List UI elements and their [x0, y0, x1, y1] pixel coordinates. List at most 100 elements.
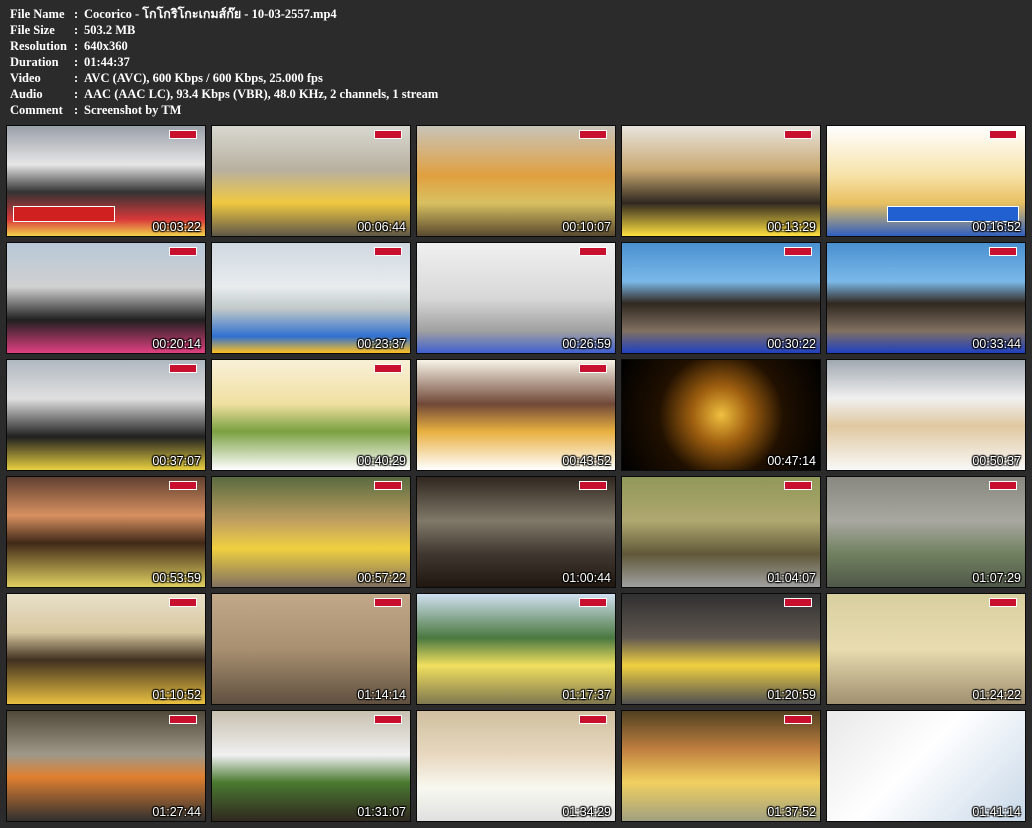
tv-logo-icon: [374, 598, 402, 607]
timestamp: 01:00:44: [562, 571, 611, 585]
timestamp: 00:57:22: [357, 571, 406, 585]
timestamp: 00:30:22: [767, 337, 816, 351]
tv-logo-icon: [579, 715, 607, 724]
info-key: File Size: [10, 23, 55, 37]
tv-logo-icon: [989, 130, 1017, 139]
tv-logo-icon: [169, 247, 197, 256]
tv-logo-icon: [989, 598, 1017, 607]
timestamp: 00:33:44: [972, 337, 1021, 351]
thumbnail: 00:23:37: [211, 242, 411, 354]
timestamp: 01:27:44: [152, 805, 201, 819]
info-value: Screenshot by TM: [84, 103, 182, 117]
tv-logo-icon: [169, 364, 197, 373]
thumbnail: 00:50:37: [826, 359, 1026, 471]
info-separator: :: [74, 7, 79, 21]
timestamp: 01:17:37: [562, 688, 611, 702]
thumbnail: 00:26:59: [416, 242, 616, 354]
timestamp: 01:07:29: [972, 571, 1021, 585]
tv-logo-icon: [169, 130, 197, 139]
tv-logo-icon: [169, 598, 197, 607]
info-separator: :: [74, 103, 79, 117]
tv-logo-icon: [579, 481, 607, 490]
thumbnail: 00:03:22: [6, 125, 206, 237]
thumbnail: 00:30:22: [621, 242, 821, 354]
timestamp: 00:20:14: [152, 337, 201, 351]
thumbnail: 01:20:59: [621, 593, 821, 705]
tv-logo-icon: [579, 130, 607, 139]
tv-logo-icon: [989, 247, 1017, 256]
info-row-audio: Audio : AAC (AAC LC), 93.4 Kbps (VBR), 4…: [10, 86, 438, 102]
timestamp: 01:20:59: [767, 688, 816, 702]
thumbnail: 01:00:44: [416, 476, 616, 588]
tv-logo-icon: [784, 481, 812, 490]
info-key: Duration: [10, 55, 59, 69]
tv-logo-icon: [579, 364, 607, 373]
info-row-file-name: File Name : Cocorico - โกโกริโกะเกมส์ก๊ย…: [10, 6, 438, 22]
tv-logo-icon: [169, 481, 197, 490]
info-key: Comment: [10, 103, 63, 117]
thumbnail: 00:37:07: [6, 359, 206, 471]
info-row-file-size: File Size : 503.2 MB: [10, 22, 438, 38]
info-row-resolution: Resolution : 640x360: [10, 38, 438, 54]
info-separator: :: [74, 23, 79, 37]
tv-logo-icon: [169, 715, 197, 724]
timestamp: 01:37:52: [767, 805, 816, 819]
info-value: AAC (AAC LC), 93.4 Kbps (VBR), 48.0 KHz,…: [84, 87, 439, 101]
info-key: Resolution: [10, 39, 67, 53]
timestamp: 01:14:14: [357, 688, 406, 702]
thumbnail: 01:37:52: [621, 710, 821, 822]
timestamp: 00:53:59: [152, 571, 201, 585]
media-info-header: File Name : Cocorico - โกโกริโกะเกมส์ก๊ย…: [10, 6, 438, 118]
tv-logo-icon: [989, 481, 1017, 490]
timestamp: 00:47:14: [767, 454, 816, 468]
thumbnail: 01:04:07: [621, 476, 821, 588]
tv-logo-icon: [579, 247, 607, 256]
info-row-duration: Duration : 01:44:37: [10, 54, 438, 70]
timestamp: 01:34:29: [562, 805, 611, 819]
info-separator: :: [74, 87, 79, 101]
timestamp: 01:10:52: [152, 688, 201, 702]
info-value: Cocorico - โกโกริโกะเกมส์ก๊ย - 10-03-255…: [84, 7, 337, 21]
thumbnail: 00:40:29: [211, 359, 411, 471]
timestamp: 00:16:52: [972, 220, 1021, 234]
timestamp: 00:40:29: [357, 454, 406, 468]
tv-logo-icon: [374, 247, 402, 256]
tv-logo-icon: [784, 598, 812, 607]
tv-logo-icon: [374, 715, 402, 724]
thumbnail: 01:14:14: [211, 593, 411, 705]
thumbnail: 01:10:52: [6, 593, 206, 705]
info-row-comment: Comment : Screenshot by TM: [10, 102, 438, 118]
timestamp: 01:31:07: [357, 805, 406, 819]
timestamp: 00:06:44: [357, 220, 406, 234]
info-separator: :: [74, 55, 79, 69]
timestamp: 00:50:37: [972, 454, 1021, 468]
caption-banner: [13, 206, 115, 222]
timestamp: 00:43:52: [562, 454, 611, 468]
timestamp: 01:24:22: [972, 688, 1021, 702]
tv-logo-icon: [579, 598, 607, 607]
thumbnail: 00:33:44: [826, 242, 1026, 354]
timestamp: 00:03:22: [152, 220, 201, 234]
info-value: 640x360: [84, 39, 128, 53]
thumbnail: 01:31:07: [211, 710, 411, 822]
info-separator: :: [74, 71, 79, 85]
thumbnail: 01:41:14: [826, 710, 1026, 822]
timestamp: 01:04:07: [767, 571, 816, 585]
info-key: Video: [10, 71, 41, 85]
info-separator: :: [74, 39, 79, 53]
tv-logo-icon: [784, 130, 812, 139]
thumbnail: 00:10:07: [416, 125, 616, 237]
info-value: AVC (AVC), 600 Kbps / 600 Kbps, 25.000 f…: [84, 71, 323, 85]
thumbnail: 00:06:44: [211, 125, 411, 237]
thumbnail: 00:13:29: [621, 125, 821, 237]
info-row-video: Video : AVC (AVC), 600 Kbps / 600 Kbps, …: [10, 70, 438, 86]
thumbnail: 00:47:14: [621, 359, 821, 471]
thumbnail: 01:24:22: [826, 593, 1026, 705]
timestamp: 00:37:07: [152, 454, 201, 468]
timestamp: 00:23:37: [357, 337, 406, 351]
info-key: File Name: [10, 7, 65, 21]
thumbnail-grid: 00:03:22 00:06:44 00:10:07 00:13:29 00:1…: [6, 125, 1026, 822]
info-key: Audio: [10, 87, 43, 101]
tv-logo-icon: [374, 130, 402, 139]
info-value: 01:44:37: [84, 55, 130, 69]
